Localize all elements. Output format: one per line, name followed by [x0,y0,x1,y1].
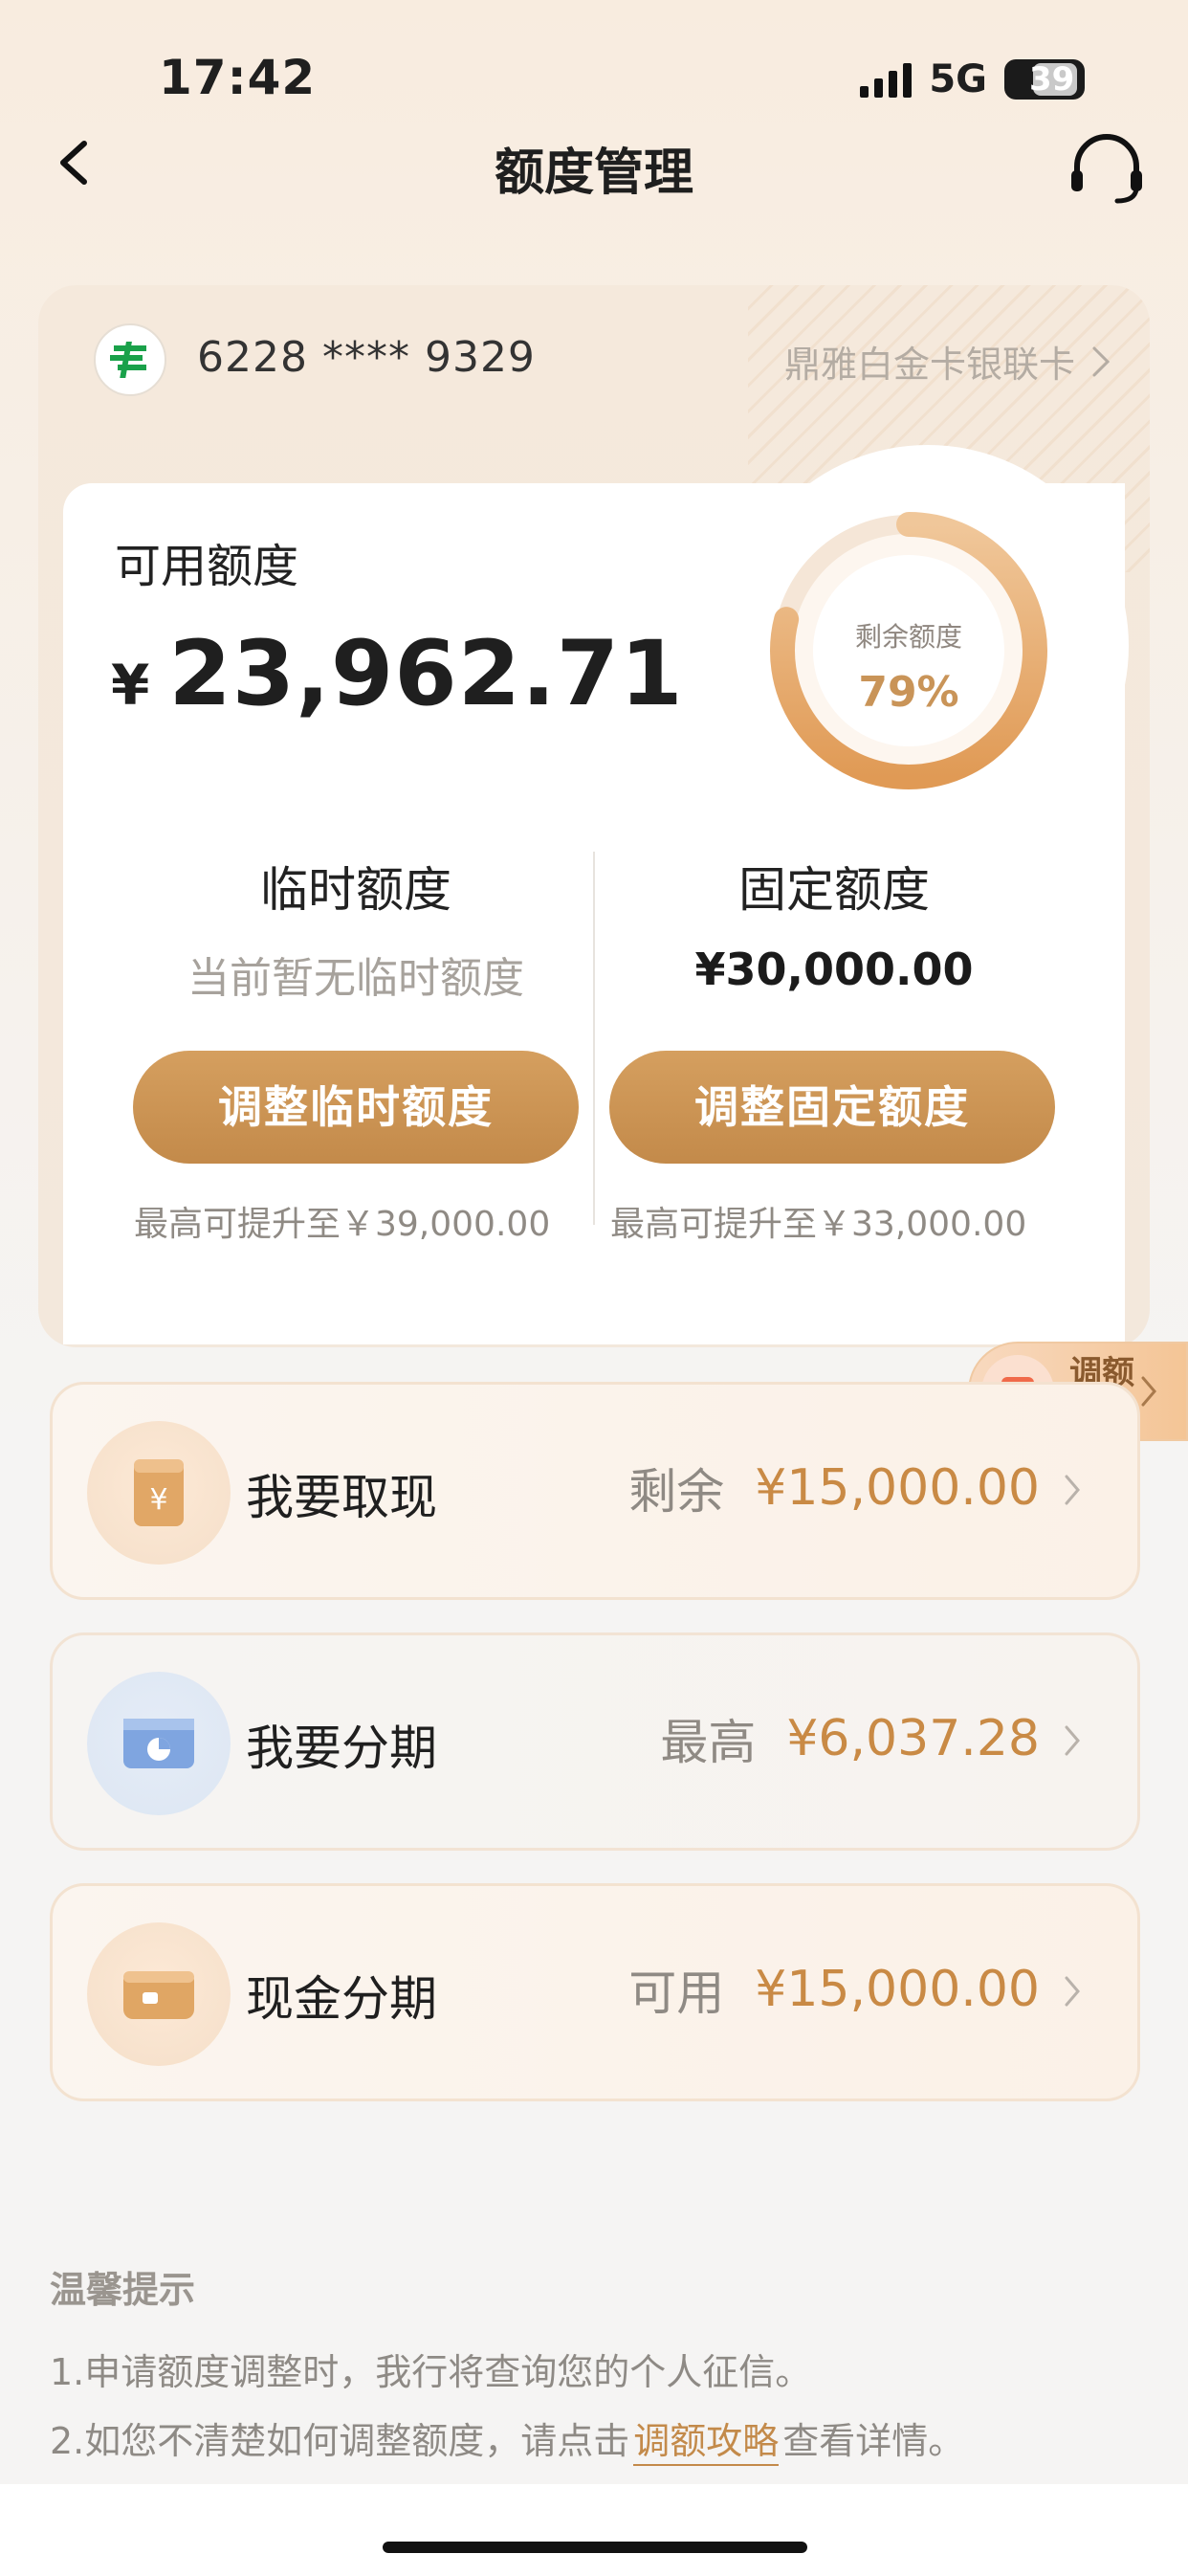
temporary-credit-status: 当前暂无临时额度 [187,954,524,1003]
svg-text:¥: ¥ [149,1483,167,1517]
battery-level: 39 [1029,60,1075,99]
chevron-right-icon [1065,1725,1080,1756]
item-title: 我要分期 [246,1721,437,1776]
customer-service-button[interactable] [1064,124,1150,211]
fixed-credit-hint: 最高可提升至￥33,000.00 [610,1205,1027,1244]
bank-logo-icon [94,323,166,396]
battery-icon: 39 [1004,59,1085,100]
item-amount: 最高 ¥6,037.28 [660,1704,1088,1773]
card-number: 6228 **** 9329 [197,333,536,382]
item-value: ¥15,000.00 [755,1459,1040,1517]
bottom-bar [0,2484,1188,2576]
item-prefix: 可用 [628,1965,725,2021]
item-value: ¥15,000.00 [755,1961,1040,2018]
temporary-credit-section: 临时额度 当前暂无临时额度 [117,852,595,1005]
chevron-right-icon [1141,1376,1156,1407]
item-prefix: 剩余 [628,1464,725,1520]
home-indicator[interactable] [383,2542,807,2553]
list-item-installment[interactable]: 我要分期 最高 ¥6,037.28 [50,1632,1140,1851]
available-credit-amount: ¥ 23,962.71 [111,622,684,726]
item-title: 我要取现 [246,1470,437,1525]
tip-line-2-before: 2.如您不清楚如何调整额度，请点击 [50,2420,630,2462]
temporary-credit-title: 临时额度 [260,862,451,918]
cash-pocket-icon: ¥ [87,1421,231,1565]
item-amount: 可用 ¥15,000.00 [628,1955,1088,2024]
installment-card-icon [87,1672,231,1815]
item-value: ¥6,037.28 [786,1710,1040,1767]
gauge-percent: 79% [858,668,959,717]
list-item-withdraw[interactable]: ¥ 我要取现 剩余 ¥15,000.00 [50,1382,1140,1600]
adjust-fixed-credit-button[interactable]: 调整固定额度 [609,1051,1055,1164]
status-indicators: 5G 39 [860,57,1085,101]
chevron-right-icon [1065,1976,1080,2007]
currency-symbol: ¥ [111,653,150,718]
network-type: 5G [929,57,987,101]
fixed-credit-section: 固定额度 ¥30,000.00 [595,852,1073,995]
item-amount: 剩余 ¥15,000.00 [628,1454,1088,1522]
adjust-temporary-credit-button[interactable]: 调整临时额度 [133,1051,579,1164]
status-time: 17:42 [159,50,317,105]
page-title: 额度管理 [494,144,693,202]
available-credit-value: 23,962.71 [168,622,684,726]
item-prefix: 最高 [660,1715,757,1770]
tip-line-1: 1.申请额度调整时，我行将查询您的个人征信。 [50,2351,812,2393]
signal-icon [860,61,913,98]
credit-guide-link[interactable]: 调额攻略 [633,2420,780,2466]
headset-icon [1071,134,1142,204]
item-title: 现金分期 [246,1971,437,2027]
fixed-credit-value: ¥30,000.00 [694,944,974,995]
temporary-credit-hint: 最高可提升至￥39,000.00 [134,1205,551,1244]
chevron-right-icon [1065,1475,1080,1505]
list-item-cash-installment[interactable]: 现金分期 可用 ¥15,000.00 [50,1883,1140,2101]
tip-line-2-after: 查看详情。 [782,2420,965,2462]
card-type-label: 鼎雅白金卡银联卡 [783,344,1075,386]
card-type-link[interactable]: 鼎雅白金卡银联卡 [784,335,1111,388]
available-credit-label: 可用额度 [115,540,299,593]
gauge-label: 剩余额度 [854,621,962,653]
tips-title: 温馨提示 [50,2269,196,2311]
chevron-right-icon [1092,346,1111,376]
wallet-icon [87,1922,231,2066]
fixed-credit-title: 固定额度 [738,862,930,918]
tip-line-2: 2.如您不清楚如何调整额度，请点击 调额攻略 查看详情。 [50,2411,965,2466]
